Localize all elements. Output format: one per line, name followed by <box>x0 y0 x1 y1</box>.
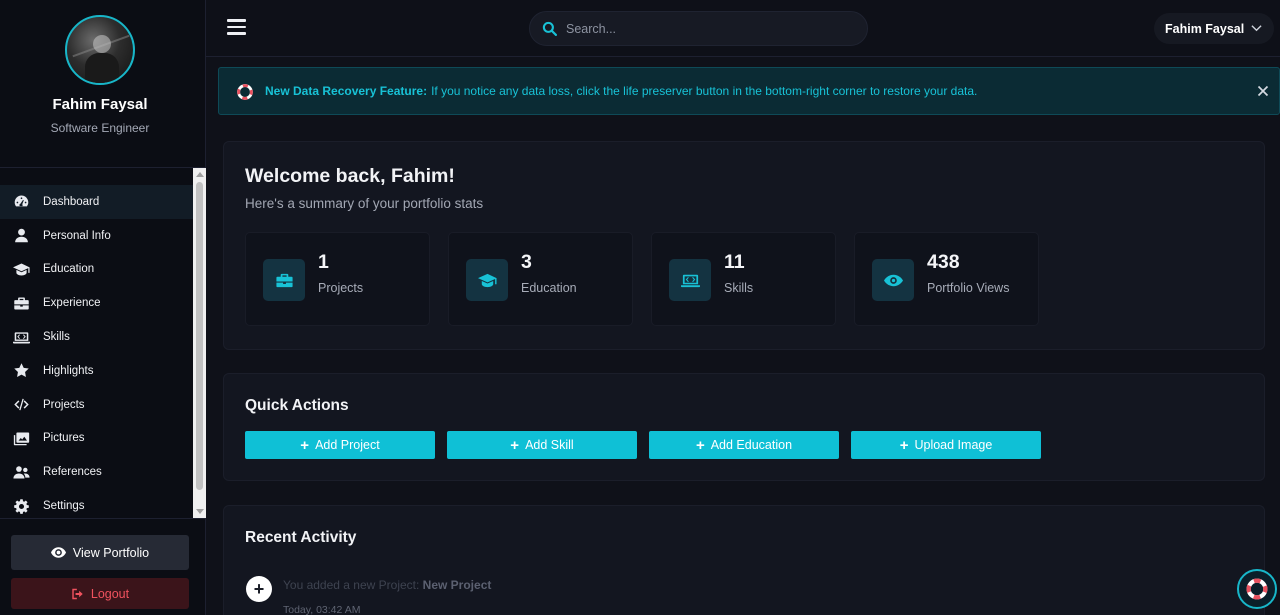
stat-label: Projects <box>318 281 364 295</box>
user-icon <box>15 228 28 243</box>
button-label: Add Skill <box>525 438 574 452</box>
view-portfolio-label: View Portfolio <box>72 545 150 560</box>
sidebar-item-personal-info[interactable]: Personal Info <box>0 219 193 253</box>
code-icon <box>14 398 29 411</box>
add-skill-button[interactable]: + Add Skill <box>447 431 637 459</box>
briefcase-icon <box>14 297 29 310</box>
graduation-cap-icon <box>13 263 30 276</box>
plus-icon: + <box>300 436 310 454</box>
plus-icon: + <box>899 436 909 454</box>
gauge-icon <box>14 195 29 208</box>
activity-target: New Project <box>422 578 492 592</box>
user-menu-name: Fahim Faysal <box>1165 21 1245 36</box>
button-label: Upload Image <box>914 438 993 452</box>
sidebar-item-projects[interactable]: Projects <box>0 388 193 422</box>
stat-label: Skills <box>724 281 754 295</box>
button-label: Add Education <box>710 438 793 452</box>
eye-icon <box>50 547 66 558</box>
button-label: Add Project <box>315 438 380 452</box>
stat-value: 438 <box>927 251 960 273</box>
images-icon <box>13 432 30 446</box>
view-portfolio-button[interactable]: View Portfolio <box>11 535 189 570</box>
plus-icon: + <box>695 436 705 454</box>
stat-card-education: 3 Education <box>448 232 633 326</box>
search-box <box>529 11 868 46</box>
recent-activity-title: Recent Activity <box>245 529 357 546</box>
alert-title: New Data Recovery Feature: <box>265 84 428 98</box>
stat-label: Portfolio Views <box>927 281 1010 295</box>
search-input[interactable] <box>566 12 856 45</box>
sidebar-item-experience[interactable]: Experience <box>0 286 193 320</box>
laptop-code-icon <box>13 331 30 344</box>
profile-name: Fahim Faysal <box>52 96 148 113</box>
menu-toggle-icon[interactable] <box>227 19 246 35</box>
sidebar-nav: Dashboard Personal Info Education Experi… <box>0 185 193 523</box>
avatar <box>65 15 135 85</box>
logout-button[interactable]: Logout <box>11 578 189 609</box>
users-icon <box>13 466 30 479</box>
search-icon <box>542 21 557 36</box>
sidebar-item-highlights[interactable]: Highlights <box>0 354 193 388</box>
upload-image-button[interactable]: + Upload Image <box>851 431 1041 459</box>
data-recovery-alert: New Data Recovery Feature: If you notice… <box>218 67 1280 115</box>
activity-time: Today, 03:42 AM <box>283 604 361 615</box>
sidebar-item-dashboard[interactable]: Dashboard <box>0 185 193 219</box>
stat-card-portfolio-views: 438 Portfolio Views <box>854 232 1039 326</box>
quick-actions-title: Quick Actions <box>245 397 349 414</box>
activity-prefix: You added a new Project: <box>283 578 420 592</box>
sidebar-item-label: Projects <box>43 398 85 411</box>
recent-activity-card: Recent Activity + You added a new Projec… <box>223 505 1265 615</box>
scrollbar-thumb[interactable] <box>196 182 203 490</box>
profile-role: Software Engineer <box>50 121 150 135</box>
sidebar-item-skills[interactable]: Skills <box>0 320 193 354</box>
stat-value: 1 <box>318 251 329 273</box>
welcome-title: Welcome back, Fahim! <box>245 165 455 187</box>
scroll-down-arrow-icon[interactable] <box>196 509 204 514</box>
gear-icon <box>14 498 29 514</box>
stat-value: 3 <box>521 251 532 273</box>
briefcase-icon <box>275 273 293 287</box>
logout-label: Logout <box>90 586 130 601</box>
star-icon <box>14 363 29 378</box>
chevron-down-icon <box>1251 25 1262 32</box>
stat-card-projects: 1 Projects <box>245 232 430 326</box>
scroll-up-arrow-icon[interactable] <box>196 172 204 177</box>
graduation-cap-icon <box>477 273 497 287</box>
sidebar: Fahim Faysal Software Engineer Dashboard… <box>0 0 206 615</box>
profile-section: Fahim Faysal Software Engineer <box>0 0 205 168</box>
sidebar-scrollbar[interactable] <box>193 168 206 518</box>
sidebar-item-label: Experience <box>43 297 101 310</box>
sign-out-icon <box>72 588 83 599</box>
quick-actions-card: Quick Actions + Add Project + Add Skill … <box>223 373 1265 481</box>
data-recovery-button[interactable] <box>1237 569 1277 609</box>
sidebar-item-label: Highlights <box>43 364 94 377</box>
activity-text: You added a new Project: New Project <box>283 578 491 592</box>
plus-icon: + <box>510 436 520 454</box>
laptop-code-icon <box>680 274 700 287</box>
sidebar-item-label: Skills <box>43 331 70 344</box>
alert-message: If you notice any data loss, click the l… <box>431 84 978 98</box>
sidebar-item-references[interactable]: References <box>0 455 193 489</box>
add-education-button[interactable]: + Add Education <box>649 431 839 459</box>
stat-label: Education <box>521 281 577 295</box>
life-ring-icon <box>237 84 253 100</box>
close-icon[interactable] <box>1257 85 1269 97</box>
sidebar-item-label: References <box>43 466 102 479</box>
sidebar-item-label: Personal Info <box>43 229 111 242</box>
plus-circle-icon: + <box>246 576 272 602</box>
user-menu[interactable]: Fahim Faysal <box>1154 13 1274 44</box>
add-project-button[interactable]: + Add Project <box>245 431 435 459</box>
life-ring-icon <box>1246 578 1268 600</box>
stat-value: 11 <box>724 251 745 273</box>
sidebar-item-education[interactable]: Education <box>0 253 193 287</box>
sidebar-item-label: Education <box>43 263 95 276</box>
sidebar-item-label: Dashboard <box>43 195 100 208</box>
eye-icon <box>883 274 903 286</box>
stat-card-skills: 11 Skills <box>651 232 836 326</box>
welcome-card: Welcome back, Fahim! Here's a summary of… <box>223 141 1265 350</box>
sidebar-item-label: Pictures <box>43 432 85 445</box>
welcome-subtitle: Here's a summary of your portfolio stats <box>245 196 484 211</box>
sidebar-item-pictures[interactable]: Pictures <box>0 422 193 456</box>
sidebar-item-label: Settings <box>43 500 85 513</box>
